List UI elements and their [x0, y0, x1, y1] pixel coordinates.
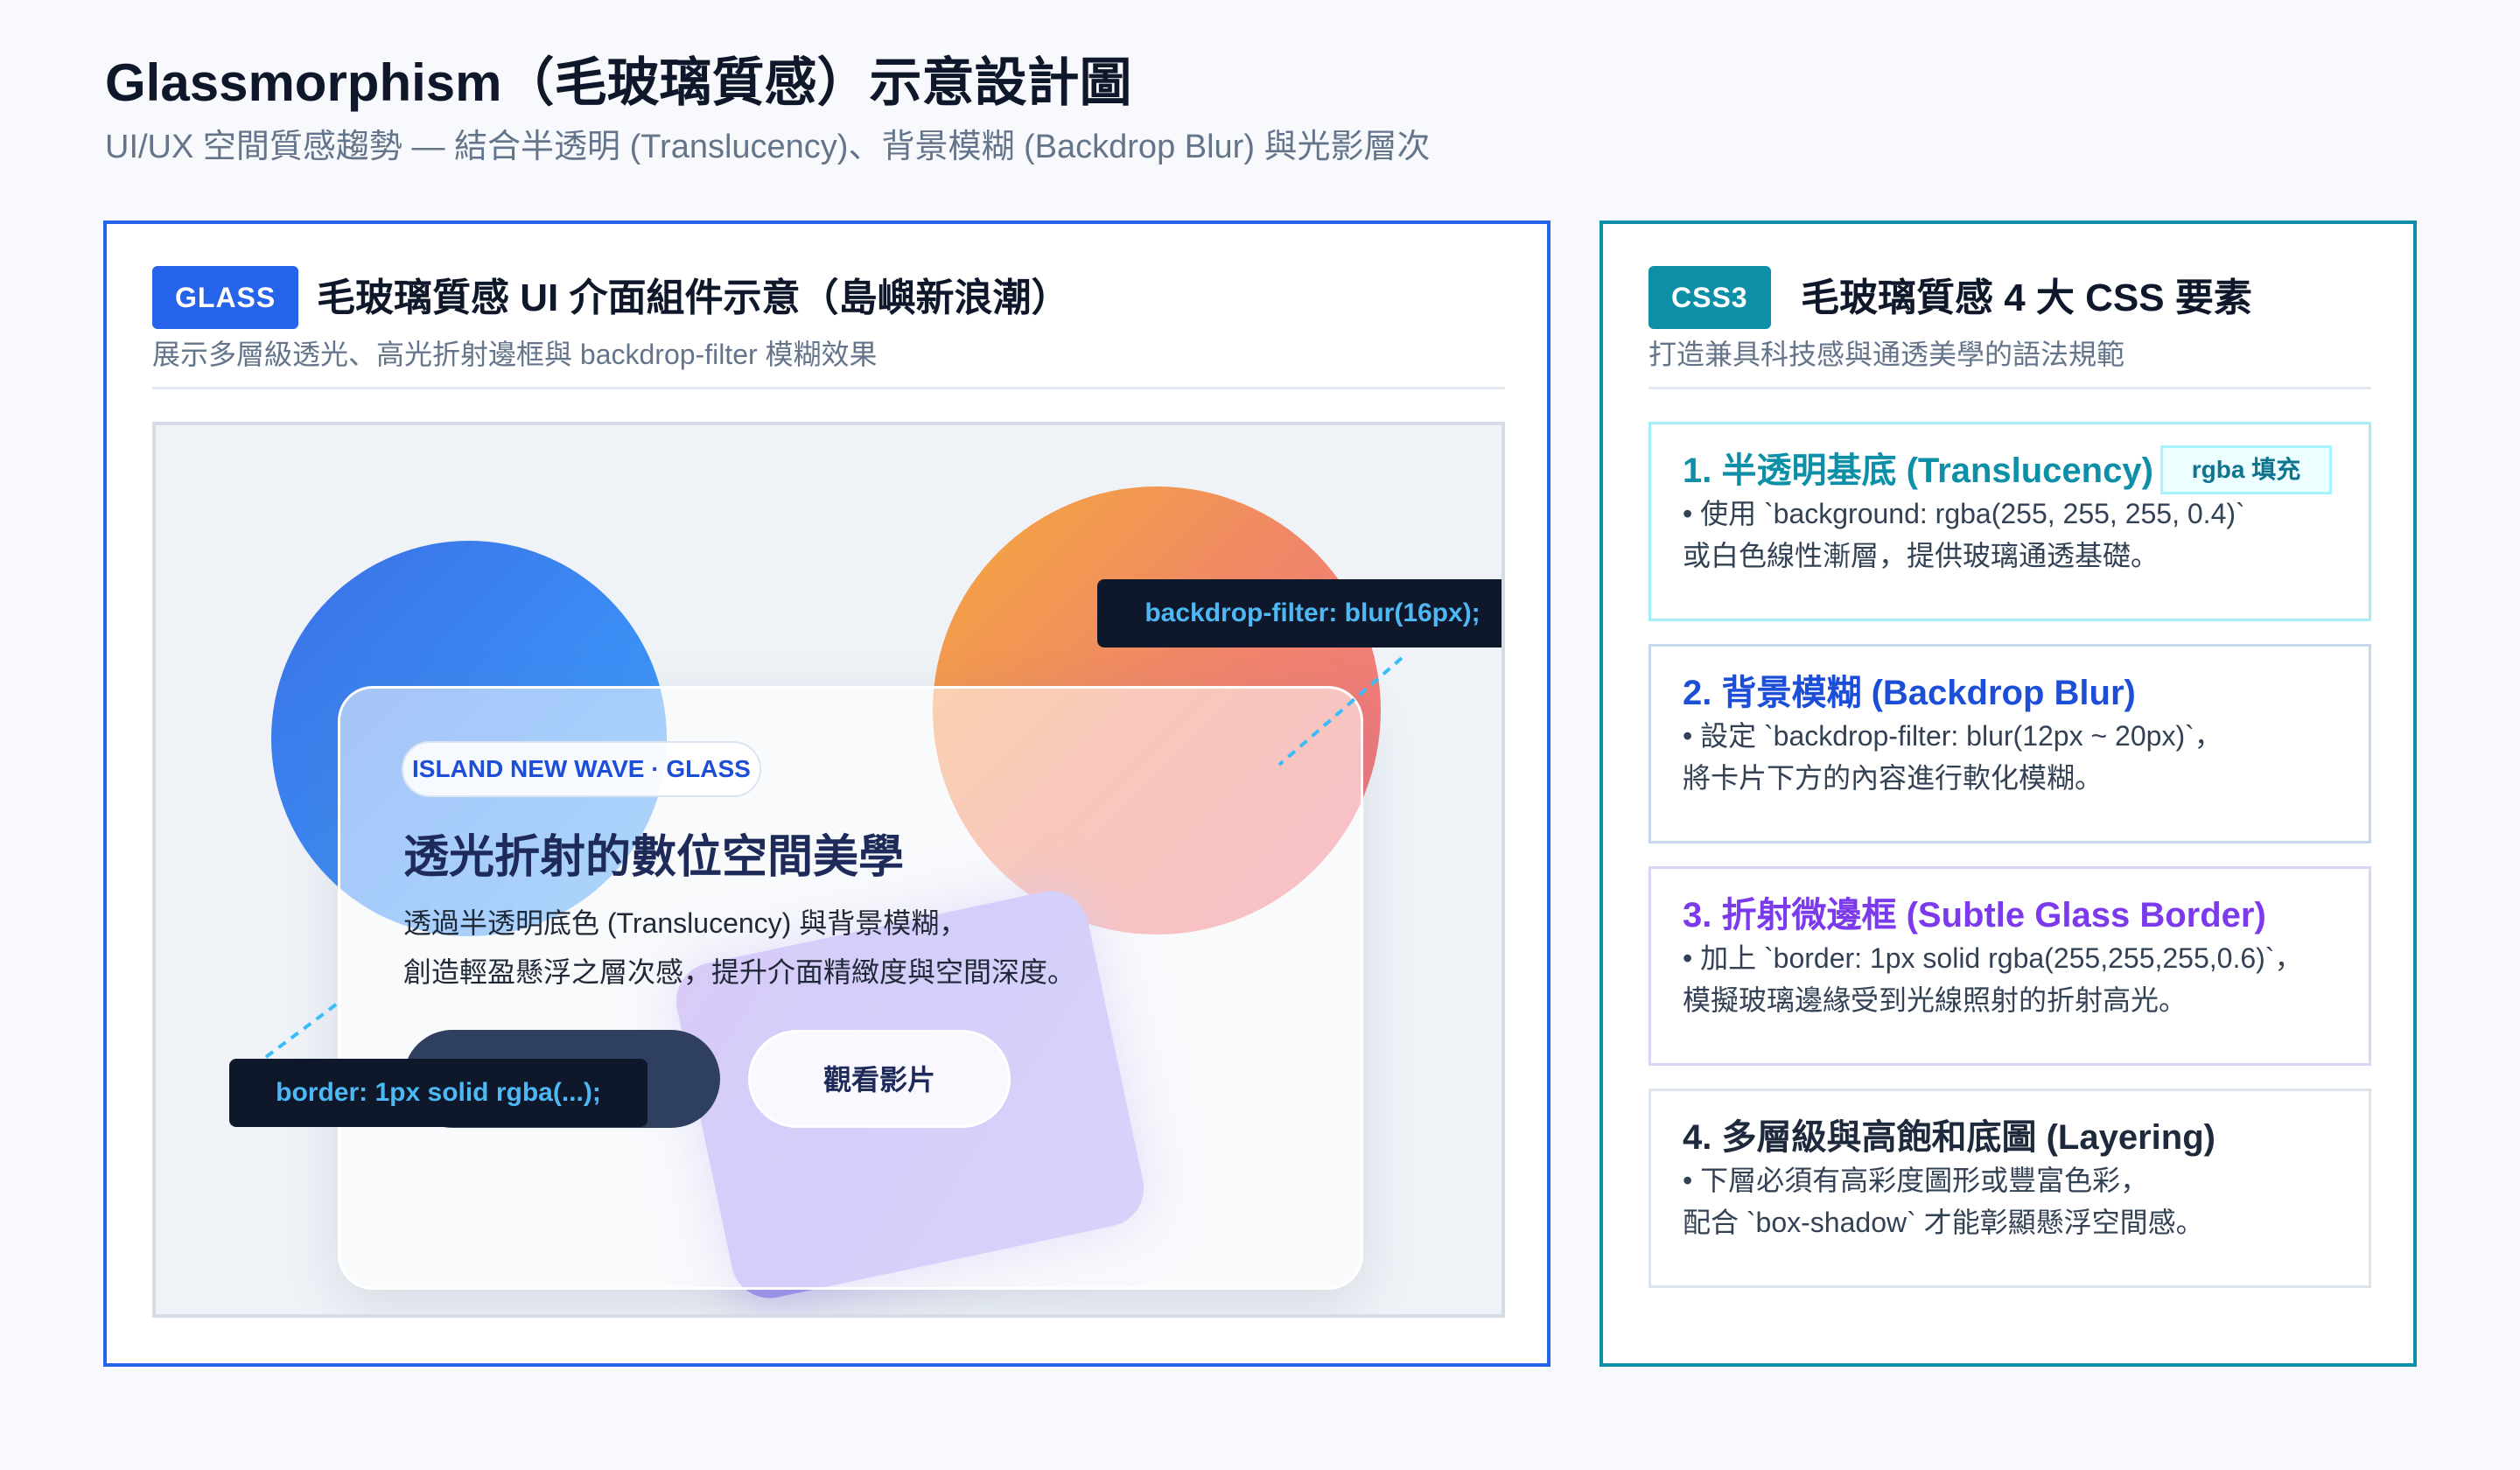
css-element-line: 配合 `box-shadow` 才能彰顯懸浮空間感。: [1683, 1207, 2204, 1238]
css-element-line: 將卡片下方的內容進行軟化模糊。: [1683, 762, 2104, 794]
css-element-line: • 加上 `border: 1px solid rgba(255,255,255…: [1683, 942, 2303, 974]
blur-annotation-tag: backdrop-filter: blur(16px);: [1097, 579, 1502, 648]
rgba-fill-chip: rgba 填充: [2160, 445, 2332, 494]
glass-badge: GLASS: [152, 266, 299, 329]
css-element-title: 2. 背景模糊 (Backdrop Blur): [1683, 674, 2136, 712]
css-elements-panel: CSS3 毛玻璃質感 4 大 CSS 要素 打造兼具科技感與通透美學的語法規範 …: [1600, 220, 2417, 1367]
glass-panel-heading: 毛玻璃質感 UI 介面組件示意（島嶼新浪潮）: [317, 276, 1070, 319]
page-subtitle: UI/UX 空間質感趨勢 — 結合半透明 (Translucency)、背景模糊…: [105, 129, 1431, 165]
css-element-line: 模擬玻璃邊緣受到光線照射的折射高光。: [1683, 984, 2188, 1016]
css-element-item: 3. 折射微邊框 (Subtle Glass Border) • 加上 `bor…: [1648, 866, 2371, 1066]
css-element-body: • 下層必須有高彩度圖形或豐富色彩， 配合 `box-shadow` 才能彰顯懸…: [1683, 1159, 2204, 1243]
css-element-title: 1. 半透明基底 (Translucency): [1683, 452, 2153, 490]
css-element-item: 2. 背景模糊 (Backdrop Blur) • 設定 `backdrop-f…: [1648, 644, 2371, 844]
annotation-connectors: [229, 656, 1404, 1085]
css-element-item: 4. 多層級與高飽和底圖 (Layering) • 下層必須有高彩度圖形或豐富色…: [1648, 1088, 2371, 1288]
glass-panel-description: 展示多層級透光、高光折射邊框與 backdrop-filter 模糊效果: [152, 339, 878, 370]
css-panel-divider: [1648, 387, 2371, 389]
css-element-line: 或白色線性漸層，提供玻璃通透基礎。: [1683, 540, 2160, 571]
css-element-body: • 加上 `border: 1px solid rgba(255,255,255…: [1683, 937, 2302, 1021]
border-annotation-tag: border: 1px solid rgba(...);: [229, 1059, 648, 1127]
css-element-body: • 使用 `background: rgba(255, 255, 255, 0.…: [1683, 493, 2245, 577]
css-panel-heading: 毛玻璃質感 4 大 CSS 要素: [1801, 276, 2252, 319]
css-element-title: 3. 折射微邊框 (Subtle Glass Border): [1683, 896, 2266, 934]
page-title: Glassmorphism（毛玻璃質感）示意設計圖: [105, 53, 1132, 112]
css3-badge: CSS3: [1648, 266, 1771, 329]
css-element-line: • 使用 `background: rgba(255, 255, 255, 0.…: [1683, 498, 2245, 529]
css-element-item: 1. 半透明基底 (Translucency) rgba 填充 • 使用 `ba…: [1648, 422, 2371, 621]
css-element-line: • 下層必須有高彩度圖形或豐富色彩，: [1683, 1165, 2149, 1196]
css-element-body: • 設定 `backdrop-filter: blur(12px ~ 20px)…: [1683, 715, 2222, 799]
glass-panel-divider: [152, 387, 1505, 389]
glass-demo-panel: GLASS 毛玻璃質感 UI 介面組件示意（島嶼新浪潮） 展示多層級透光、高光折…: [103, 220, 1550, 1367]
glass-demo-stage: ISLAND NEW WAVE · GLASS 透光折射的數位空間美學 透過半透…: [152, 422, 1505, 1318]
css-panel-description: 打造兼具科技感與通透美學的語法規範: [1648, 339, 2125, 370]
css-element-title: 4. 多層級與高飽和底圖 (Layering): [1683, 1118, 2216, 1157]
blur-connector-line: [1278, 656, 1404, 766]
css-element-line: • 設定 `backdrop-filter: blur(12px ~ 20px)…: [1683, 720, 2222, 752]
